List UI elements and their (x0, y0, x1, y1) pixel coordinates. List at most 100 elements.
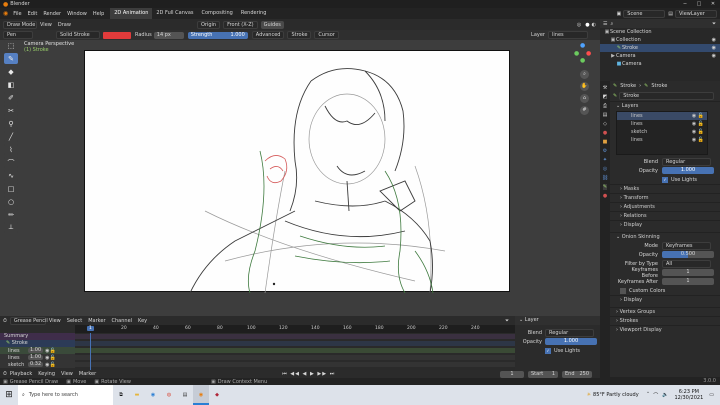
weather-icon[interactable]: ☀ (587, 392, 591, 398)
dope-menu-view[interactable]: View (49, 318, 61, 324)
circle-tool-icon[interactable]: ○ (4, 196, 18, 207)
onion-skinning-section[interactable]: ⌄ Onion Skinning (610, 232, 720, 241)
strokes-section[interactable]: › Strokes (610, 316, 720, 325)
end-frame-field[interactable]: End 250 (562, 370, 592, 378)
output-tab-icon[interactable]: ⎙ (603, 103, 607, 109)
advanced-dropdown[interactable]: Advanced (251, 31, 285, 39)
current-frame-field[interactable]: 1 (500, 370, 524, 378)
curve-tool-icon[interactable]: ∿ (4, 170, 18, 181)
layer-panel-use-lights-checkbox[interactable]: ✓ (545, 347, 551, 354)
store-icon[interactable]: ▤ (177, 392, 193, 398)
render-tab-icon[interactable]: ◩ (603, 94, 608, 100)
visibility-eye-icon[interactable]: ◉ (712, 36, 716, 44)
workspace-tab-2d-animation[interactable]: 2D Animation (110, 8, 153, 19)
layer-panel-opacity-slider[interactable]: 1.000 (545, 338, 597, 345)
current-frame-indicator[interactable]: 1 (87, 326, 94, 331)
relations-section[interactable]: › Relations (610, 211, 720, 220)
header-draw-menu[interactable]: Draw (58, 22, 71, 28)
modifier-tab-icon[interactable]: ⚙ (603, 148, 607, 154)
eyedropper-tool-icon[interactable]: ⚲ (4, 118, 18, 129)
layers-section-header[interactable]: ⌄ Layers (610, 101, 720, 110)
zoom-icon[interactable]: ⌕ (580, 70, 589, 79)
material-tab-icon[interactable]: ● (603, 193, 607, 199)
outliner-item-camera[interactable]: ▶Camera ◉ (600, 52, 720, 60)
menu-file[interactable]: File (13, 11, 21, 17)
channel-opacity-field[interactable]: 0.32 (28, 362, 44, 367)
dope-menu-marker[interactable]: Marker (88, 318, 105, 324)
custom-colors-checkbox[interactable] (620, 287, 626, 294)
volume-icon[interactable]: 🔈 (662, 392, 668, 398)
windows-start-icon[interactable]: ⊞ (0, 390, 18, 400)
notification-icon[interactable]: ▭ (709, 392, 714, 398)
layer-row[interactable]: lines ◉ 🔓 (617, 112, 707, 120)
blend-dropdown[interactable]: Regular (662, 157, 711, 166)
dope-menu-channel[interactable]: Channel (112, 318, 133, 324)
layer-panel-header[interactable]: ⌄ Layer (515, 316, 600, 325)
object-data-tab-icon[interactable]: ✎ (602, 184, 608, 190)
minimize-button[interactable]: ─ (678, 1, 692, 7)
channel-opacity-field[interactable]: 1.00 (28, 348, 44, 353)
strength-slider[interactable]: Strength 1.000 (187, 31, 248, 39)
pan-hand-icon[interactable]: ✋ (580, 82, 589, 91)
layer-eye-icon[interactable]: ◉ 🔓 (692, 120, 704, 128)
channel-visibility-icon[interactable]: ◉🔓 (45, 355, 56, 361)
constraints-tab-icon[interactable]: ⛓ (602, 175, 608, 181)
keyframes-before-field[interactable]: 1 (662, 269, 714, 276)
object-tab-icon[interactable]: ■ (603, 139, 608, 145)
file-explorer-icon[interactable]: ▬ (129, 392, 145, 398)
visibility-eye-icon[interactable]: ◉ (712, 44, 716, 52)
material-selector[interactable]: Solid Stroke (56, 31, 100, 39)
chrome-icon[interactable]: ◍ (161, 392, 177, 398)
radius-field[interactable]: 14 px (153, 31, 184, 39)
physics-tab-icon[interactable]: ◎ (603, 166, 607, 172)
tool-tab-icon[interactable]: ⚒ (603, 85, 607, 91)
scene-selector[interactable]: Scene (623, 9, 666, 18)
origin-selector[interactable]: Origin (196, 20, 221, 29)
maximize-button[interactable]: □ (692, 1, 706, 7)
channel-visibility-icon[interactable]: ◉🔓 (45, 362, 56, 368)
layer-eye-icon[interactable]: ◉ 🔓 (692, 128, 704, 136)
app-taskbar-icon[interactable]: ◆ (209, 392, 225, 398)
onion-filter-dropdown[interactable]: All (662, 259, 711, 268)
data-block-name-field[interactable]: Stroke (619, 92, 714, 100)
color-swatch[interactable] (103, 31, 131, 39)
measure-tool-icon[interactable]: ⟂ (4, 222, 18, 233)
shading-material-icon[interactable]: ◐ (592, 22, 596, 28)
taskbar-search-box[interactable]: ⌕ Type here to search (18, 385, 113, 405)
arc-tool-icon[interactable]: ⌒ (4, 157, 18, 168)
blender-taskbar-icon[interactable]: ◉ (193, 385, 209, 405)
layer-row[interactable]: sketch ◉ 🔓 (617, 128, 707, 136)
menu-window[interactable]: Window (67, 11, 87, 17)
filter-icon[interactable]: ⏷ (712, 21, 716, 27)
mode-selector[interactable]: Draw Mode (3, 20, 37, 29)
opacity-slider[interactable]: 1.000 (662, 167, 714, 174)
dope-menu-key[interactable]: Key (138, 318, 147, 324)
transform-section[interactable]: › Transform (610, 193, 720, 202)
overlay-icon[interactable]: ◎ (577, 22, 581, 28)
outliner-item-stroke[interactable]: ✎Stroke ◉ (600, 44, 720, 52)
view-layer-tab-icon[interactable]: ▤ (603, 112, 608, 118)
edge-browser-icon[interactable]: ◉ (145, 392, 161, 398)
timeline-view-menu[interactable]: View (61, 371, 73, 377)
editor-type-icon[interactable]: ⏱ (3, 318, 7, 324)
shading-solid-icon[interactable]: ● (585, 22, 589, 28)
use-lights-checkbox[interactable]: ✓ (662, 176, 668, 183)
keying-menu[interactable]: Keying (38, 371, 55, 377)
transport-controls[interactable]: ⏮ ◀◀ ◀ ▶ ▶▶ ⏭ (282, 371, 335, 377)
box-tool-icon[interactable]: □ (4, 183, 18, 194)
filter-icon[interactable]: ⏷ (505, 318, 509, 324)
fill-tool-icon[interactable]: ◆ (4, 66, 18, 77)
channel-opacity-field[interactable]: 1.00 (28, 355, 44, 360)
world-tab-icon[interactable]: ● (603, 130, 607, 136)
workspace-tab-2d-full-canvas[interactable]: 2D Full Canvas (152, 8, 197, 19)
channel-layer-lines-2[interactable]: lines 1.00 ◉🔓 (0, 354, 75, 361)
task-view-icon[interactable]: ⧉ (113, 392, 129, 398)
clock[interactable]: 6:23 PM 12/30/2021 (674, 389, 703, 401)
brush-selector[interactable]: Pen (3, 31, 33, 39)
frame-ruler[interactable]: 1 20 40 60 80 100 120 140 160 180 200 22… (75, 325, 515, 333)
dope-menu-select[interactable]: Select (67, 318, 82, 324)
onion-opacity-slider[interactable]: 0.500 (662, 251, 714, 258)
vertex-groups-section[interactable]: › Vertex Groups (610, 307, 720, 316)
layer-row[interactable]: lines ◉ 🔓 (617, 120, 707, 128)
line-tool-icon[interactable]: ╱ (4, 131, 18, 142)
